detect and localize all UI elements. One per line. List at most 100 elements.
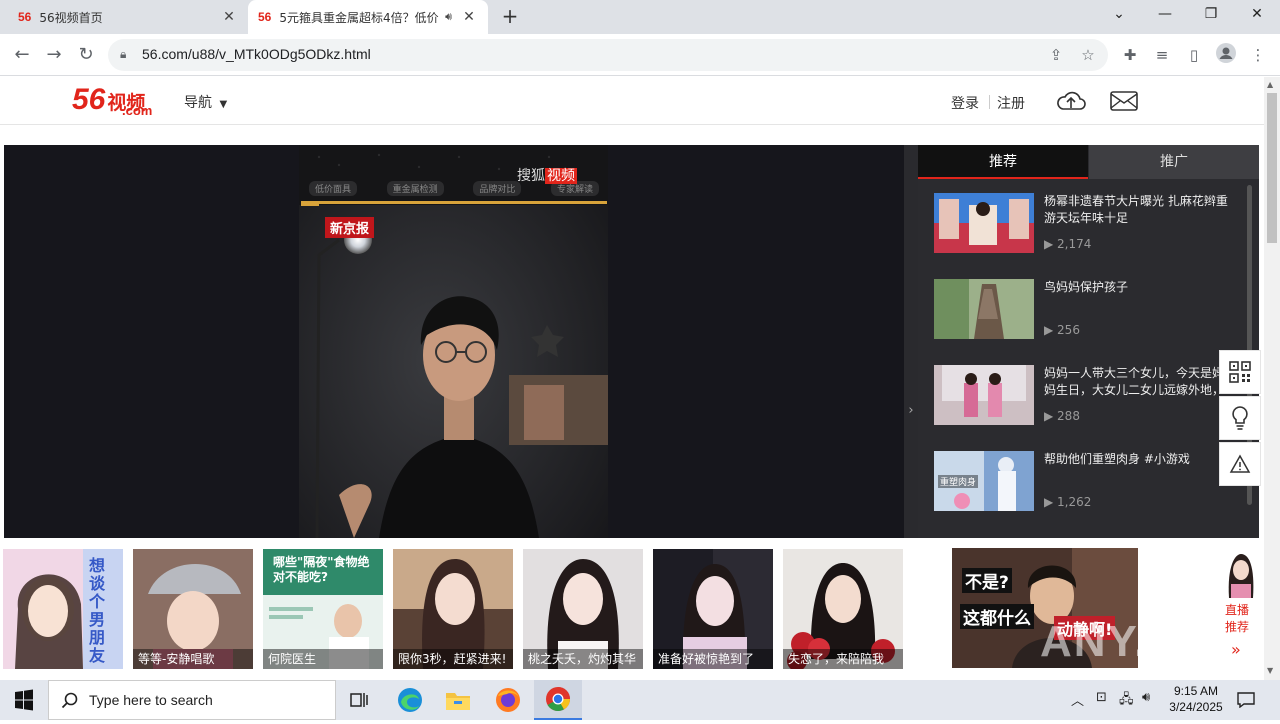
address-bar[interactable]: 🔒︎ 56.com/u88/v_MTk0ODg5ODkz.html ⇪ ☆ (108, 39, 1108, 71)
video-title[interactable]: 杨幂非遗春节大片曝光 扎麻花辫重游天坛年味十足 (1044, 193, 1234, 227)
scroll-down-icon[interactable]: ▼ (1267, 666, 1273, 675)
windows-start-icon[interactable] (0, 680, 48, 720)
media-control-icon[interactable]: ≡ (1150, 43, 1174, 67)
file-explorer-icon[interactable] (434, 680, 482, 720)
new-tab-button[interactable]: + (498, 4, 522, 28)
page-content: 56 视频 .com 导航 ▼ 登录 注册 低价面具 重金属检测 品牌对比 专家… (0, 77, 1264, 680)
firefox-icon[interactable] (484, 680, 532, 720)
video-thumbnail[interactable] (934, 365, 1034, 425)
close-window-button[interactable]: ✕ (1234, 0, 1280, 30)
bookmark-star-icon[interactable]: ☆ (1076, 43, 1100, 67)
chapter-label[interactable]: 低价面具 (309, 181, 358, 196)
browser-tab-video[interactable]: 56 5元箍具重金属超标4倍？低价 🔊︎ ✕ (248, 0, 488, 34)
view-count: ▶ 2,174 (1044, 237, 1092, 251)
audio-playing-icon[interactable]: 🔊︎ (445, 10, 452, 24)
list-item[interactable]: 重塑肉身 帮助他们重塑肉身 #小游戏 ▶ 1,262 (934, 451, 1244, 513)
lightbulb-icon[interactable] (1219, 396, 1261, 440)
reload-icon[interactable]: ↻ (74, 43, 98, 67)
list-item[interactable]: 妈妈一人带大三个女儿，今天是妈妈生日，大女儿二女儿远嫁外地， ▶ 288 (934, 365, 1244, 427)
view-count: ▶ 288 (1044, 409, 1080, 423)
page-scrollbar[interactable]: ▲ ▼ (1264, 77, 1280, 680)
video-thumbnail[interactable]: 限你3秒，赶紧进来! (393, 549, 513, 669)
browser-toolbar: ← → ↻ 🔒︎ 56.com/u88/v_MTk0ODg5ODkz.html … (0, 34, 1280, 76)
close-tab-icon[interactable]: ✕ (460, 9, 478, 25)
tab-recommend[interactable]: 推荐 (918, 145, 1088, 179)
live-recommend[interactable]: 直播 推荐 » (1219, 540, 1264, 670)
search-placeholder: Type here to search (89, 692, 213, 708)
video-thumbnail[interactable]: 准备好被惊艳到了 (653, 549, 773, 669)
nav-dropdown[interactable]: 导航 ▼ (184, 92, 227, 112)
video-thumbnail[interactable]: 想谈个男朋友 (3, 549, 123, 669)
chrome-menu-icon[interactable]: ⋮ (1246, 43, 1270, 67)
show-hidden-icons-chevron-icon[interactable]: ︿ (1071, 690, 1084, 709)
scroll-up-icon[interactable]: ▲ (1267, 80, 1273, 89)
taskbar-search-box[interactable]: Type here to search (48, 680, 336, 720)
recommend-panel: 推荐 推广 杨幂非遗春节大片曝光 扎麻花辫重游天坛年味十足 ▶ 2,174 鸟妈… (918, 145, 1259, 538)
play-count-icon: ▶ (1044, 409, 1058, 423)
browser-tab-strip: 56 56视频首页 ✕ 56 5元箍具重金属超标4倍？低价 🔊︎ ✕ + ⌄ —… (0, 0, 1280, 34)
extensions-icon[interactable]: ✚ (1118, 43, 1142, 67)
minimize-button[interactable]: — (1142, 0, 1188, 30)
chrome-taskbar-icon[interactable] (534, 680, 582, 720)
double-chevron-icon[interactable]: » (1231, 640, 1241, 659)
video-thumbnail[interactable]: 等等-安静唱歌 (133, 549, 253, 669)
list-item[interactable]: 鸟妈妈保护孩子 ▶ 256 (934, 279, 1244, 341)
video-thumbnail[interactable]: 桃之夭夭，灼灼其华 (523, 549, 643, 669)
side-panel-icon[interactable]: ▯ (1182, 43, 1206, 67)
thumbnail-caption: 何院医生 (263, 649, 383, 669)
mail-icon[interactable] (1110, 91, 1138, 111)
video-thumbnail[interactable] (934, 193, 1034, 253)
site-favicon-icon: 56 (18, 10, 32, 24)
network-drive-icon[interactable]: ⊡ (1096, 690, 1107, 705)
video-title[interactable]: 鸟妈妈保护孩子 (1044, 279, 1234, 296)
video-frame[interactable]: 低价面具 重金属检测 品牌对比 专家解读 搜狐 视频 新京报 (299, 145, 608, 538)
forward-icon[interactable]: → (42, 43, 66, 67)
video-thumbnail[interactable]: 哪些"隔夜"食物绝对不能吃? 何院医生 (263, 549, 383, 669)
video-title[interactable]: 帮助他们重塑肉身 #小游戏 (1044, 451, 1234, 468)
browser-tab-home[interactable]: 56 56视频首页 ✕ (8, 0, 248, 34)
video-thumbnail[interactable] (934, 279, 1034, 339)
cloud-upload-icon[interactable] (1056, 89, 1086, 113)
thumbnail-caption: 桃之夭夭，灼灼其华 (523, 649, 643, 669)
profile-avatar-icon[interactable] (1214, 43, 1238, 67)
video-thumbnail[interactable]: 重塑肉身 (934, 451, 1034, 511)
close-tab-icon[interactable]: ✕ (220, 9, 238, 25)
chapter-label[interactable]: 重金属检测 (386, 181, 444, 196)
collapse-panel-chevron-icon[interactable]: › (904, 145, 918, 538)
chapter-label[interactable]: 品牌对比 (473, 181, 522, 196)
divider (989, 95, 990, 109)
view-count: ▶ 1,262 (1044, 495, 1092, 509)
scrollbar-thumb[interactable] (1267, 93, 1277, 243)
video-player[interactable]: 低价面具 重金属检测 品牌对比 专家解读 搜狐 视频 新京报 (4, 145, 904, 538)
video-thumbnail[interactable]: 失恋了，来陪陪我 (783, 549, 903, 669)
thumbnail-caption: 失恋了，来陪陪我 (783, 649, 903, 669)
clock-time: 9:15 AM (1173, 684, 1219, 698)
task-view-icon[interactable] (336, 680, 384, 720)
notifications-icon[interactable] (1226, 680, 1266, 720)
video-title[interactable]: 妈妈一人带大三个女儿，今天是妈妈生日，大女儿二女儿远嫁外地， (1044, 365, 1234, 399)
back-icon[interactable]: ← (10, 43, 34, 67)
tab-promote[interactable]: 推广 (1089, 145, 1259, 179)
url-text[interactable]: 56.com/u88/v_MTk0ODg5ODkz.html (142, 46, 371, 62)
live-avatar-icon (1223, 550, 1259, 598)
live-label: 直播 推荐 (1225, 603, 1250, 634)
site-header: 56 视频 .com 导航 ▼ 登录 注册 (0, 77, 1264, 125)
restore-button[interactable]: ❐ (1188, 0, 1234, 30)
share-icon[interactable]: ⇪ (1044, 43, 1068, 67)
taskbar-clock[interactable]: 9:15 AM 3/24/2025 (1164, 683, 1228, 715)
play-count-icon: ▶ (1044, 237, 1058, 251)
tab-search-icon[interactable]: ⌄ (1096, 0, 1142, 30)
register-link[interactable]: 注册 (997, 93, 1025, 113)
lock-icon[interactable]: 🔒︎ (120, 47, 126, 62)
ad-text: 这都什么 (960, 604, 1034, 629)
list-item[interactable]: 杨幂非遗春节大片曝光 扎麻花辫重游天坛年味十足 ▶ 2,174 (934, 193, 1244, 255)
volume-icon[interactable]: 🔊︎ (1142, 690, 1150, 705)
network-icon[interactable]: 🖧︎ (1119, 690, 1134, 712)
warning-icon[interactable] (1219, 442, 1261, 486)
thumbnail-caption: 限你3秒，赶紧进来! (393, 649, 513, 669)
qr-code-icon[interactable] (1219, 350, 1261, 394)
site-logo[interactable]: 56 视频 .com (72, 83, 152, 119)
login-link[interactable]: 登录 (951, 93, 979, 113)
sohu-video-watermark: 搜狐 视频 (517, 168, 577, 184)
edge-icon[interactable] (386, 680, 434, 720)
